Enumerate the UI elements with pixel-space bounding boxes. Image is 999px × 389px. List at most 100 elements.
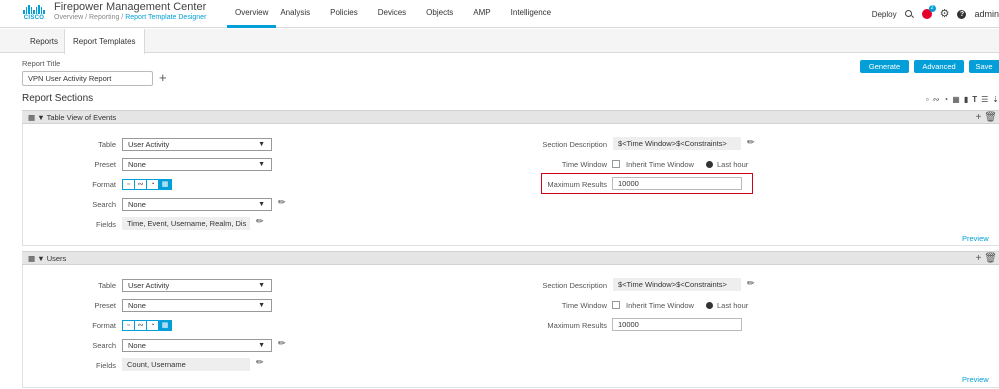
fields-value: Count, Username xyxy=(122,358,250,371)
cisco-logo[interactable]: CISCO xyxy=(22,5,46,23)
table-select[interactable]: User Activity ▼ xyxy=(122,138,272,151)
report-title-label: Report Title xyxy=(22,59,61,68)
search-select[interactable]: None ▼ xyxy=(122,198,272,211)
bar-chart-format-icon[interactable]: ▫ xyxy=(123,180,135,189)
time-window-radio[interactable] xyxy=(706,302,713,309)
section-header[interactable]: ▦ ▼ Users + 🗑 xyxy=(22,251,999,265)
line-chart-icon[interactable]: ∾ xyxy=(933,95,940,104)
nav-overview[interactable]: Overview xyxy=(227,0,277,28)
format-selector: ▫ ∾ ◔ ▦ xyxy=(122,179,172,190)
line-chart-format-icon[interactable]: ∾ xyxy=(135,321,147,330)
table-format-icon[interactable]: ▦ xyxy=(159,180,171,189)
import-icon[interactable]: ⇣ xyxy=(992,95,999,104)
tab-reports[interactable]: Reports xyxy=(22,29,66,53)
section-description-value: $<Time Window>$<Constraints> xyxy=(613,278,741,291)
bar-chart-icon[interactable]: ▫ xyxy=(926,95,929,104)
page-break-icon[interactable]: ☰ xyxy=(981,95,988,104)
generate-button[interactable]: Generate xyxy=(860,60,909,73)
section-header[interactable]: ▦ ▼ Table View of Events + 🗑 xyxy=(22,110,999,124)
nav-analysis[interactable]: Analysis xyxy=(276,0,318,28)
nav-objects[interactable]: Objects xyxy=(414,0,461,28)
edit-fields-icon[interactable]: ✏ xyxy=(256,357,264,367)
time-window-value[interactable]: Last hour xyxy=(717,160,748,169)
bar-chart-format-icon[interactable]: ▫ xyxy=(123,321,135,330)
search-select[interactable]: None ▼ xyxy=(122,339,272,352)
section-description-value: $<Time Window>$<Constraints> xyxy=(613,137,741,150)
breadcrumb-path[interactable]: Overview / Reporting / xyxy=(54,14,125,21)
add-icon[interactable]: + xyxy=(976,253,982,264)
fields-label: Fields xyxy=(95,220,116,229)
table-format-icon[interactable]: ▦ xyxy=(159,321,171,330)
section-description-label: Section Description xyxy=(542,140,607,149)
inherit-time-window-checkbox[interactable] xyxy=(612,160,620,168)
alerts-icon[interactable]: 2 xyxy=(921,5,936,19)
time-window-label: Time Window xyxy=(561,301,607,310)
report-sections-heading: Report Sections xyxy=(22,93,94,104)
pie-chart-format-icon[interactable]: ◔ xyxy=(147,180,159,189)
nav-policies[interactable]: Policies xyxy=(318,0,366,28)
edit-description-icon[interactable]: ✏ xyxy=(747,137,755,147)
table-icon[interactable]: ▦ xyxy=(952,95,960,104)
pie-chart-format-icon[interactable]: ◔ xyxy=(147,321,159,330)
preset-select-value: None xyxy=(128,160,146,169)
collapse-icon[interactable]: ▼ xyxy=(37,254,44,263)
trash-icon[interactable]: 🗑 xyxy=(984,253,997,264)
preset-select[interactable]: None ▼ xyxy=(122,158,272,171)
section-body: Table User Activity ▼ Preset None ▼ Format… xyxy=(22,265,999,388)
line-chart-format-icon[interactable]: ∾ xyxy=(135,180,147,189)
section-title: Users xyxy=(46,254,67,263)
save-button[interactable]: Save xyxy=(969,60,999,73)
section-description-label: Section Description xyxy=(542,281,607,290)
inherit-time-window-label: Inherit Time Window xyxy=(626,160,694,169)
help-icon[interactable]: ? xyxy=(957,9,967,19)
nav-amp[interactable]: AMP xyxy=(461,0,498,28)
chevron-down-icon: ▼ xyxy=(258,282,265,289)
edit-fields-icon[interactable]: ✏ xyxy=(256,216,264,226)
header-actions: Deploy 2 ⚙ ? admin xyxy=(872,0,999,28)
tab-report-templates[interactable]: Report Templates xyxy=(64,29,145,54)
time-window-radio[interactable] xyxy=(706,161,713,168)
edit-description-icon[interactable]: ✏ xyxy=(747,278,755,288)
add-variable-icon[interactable]: + xyxy=(159,71,167,85)
table-icon: ▦ xyxy=(28,113,36,122)
table-label: Table xyxy=(98,140,116,149)
search-select-value: None xyxy=(128,200,146,209)
pie-chart-icon[interactable]: ◔ xyxy=(943,95,948,104)
trash-icon[interactable]: 🗑 xyxy=(984,112,997,123)
alerts-badge: 2 xyxy=(928,5,936,12)
preview-link[interactable]: Preview xyxy=(962,234,989,243)
deploy-button[interactable]: Deploy xyxy=(872,10,897,19)
text-icon[interactable]: T xyxy=(972,95,977,104)
search-select-value: None xyxy=(128,341,146,350)
fields-value: Time, Event, Username, Realm, Dis xyxy=(122,217,250,230)
section-body: Table User Activity ▼ Preset None ▼ Format… xyxy=(22,124,999,246)
preview-link[interactable]: Preview xyxy=(962,375,989,384)
nav-intelligence[interactable]: Intelligence xyxy=(499,0,559,28)
advanced-button[interactable]: Advanced xyxy=(914,60,964,73)
edit-search-icon[interactable]: ✏ xyxy=(278,197,286,207)
search-icon[interactable] xyxy=(904,9,914,19)
format-label: Format xyxy=(92,180,116,189)
breadcrumb-current: Report Template Designer xyxy=(125,14,207,21)
nav-devices[interactable]: Devices xyxy=(366,0,414,28)
user-menu[interactable]: admin xyxy=(974,9,999,19)
gear-icon[interactable]: ⚙ xyxy=(940,9,950,20)
preset-select[interactable]: None ▼ xyxy=(122,299,272,312)
edit-search-icon[interactable]: ✏ xyxy=(278,338,286,348)
report-title-input[interactable]: VPN User Activity Report xyxy=(22,71,153,86)
fields-label: Fields xyxy=(95,361,116,370)
format-label: Format xyxy=(92,321,116,330)
table-select-value: User Activity xyxy=(128,281,170,290)
search-label: Search xyxy=(92,200,116,209)
document-icon[interactable]: ▮ xyxy=(964,95,968,104)
preset-select-value: None xyxy=(128,301,146,310)
search-label: Search xyxy=(92,341,116,350)
add-icon[interactable]: + xyxy=(976,112,982,123)
collapse-icon[interactable]: ▼ xyxy=(37,113,44,122)
table-select[interactable]: User Activity ▼ xyxy=(122,279,272,292)
preset-label: Preset xyxy=(94,160,116,169)
inherit-time-window-checkbox[interactable] xyxy=(612,301,620,309)
maximum-results-input[interactable]: 10000 xyxy=(612,318,742,331)
chevron-down-icon: ▼ xyxy=(258,302,265,309)
time-window-value[interactable]: Last hour xyxy=(717,301,748,310)
